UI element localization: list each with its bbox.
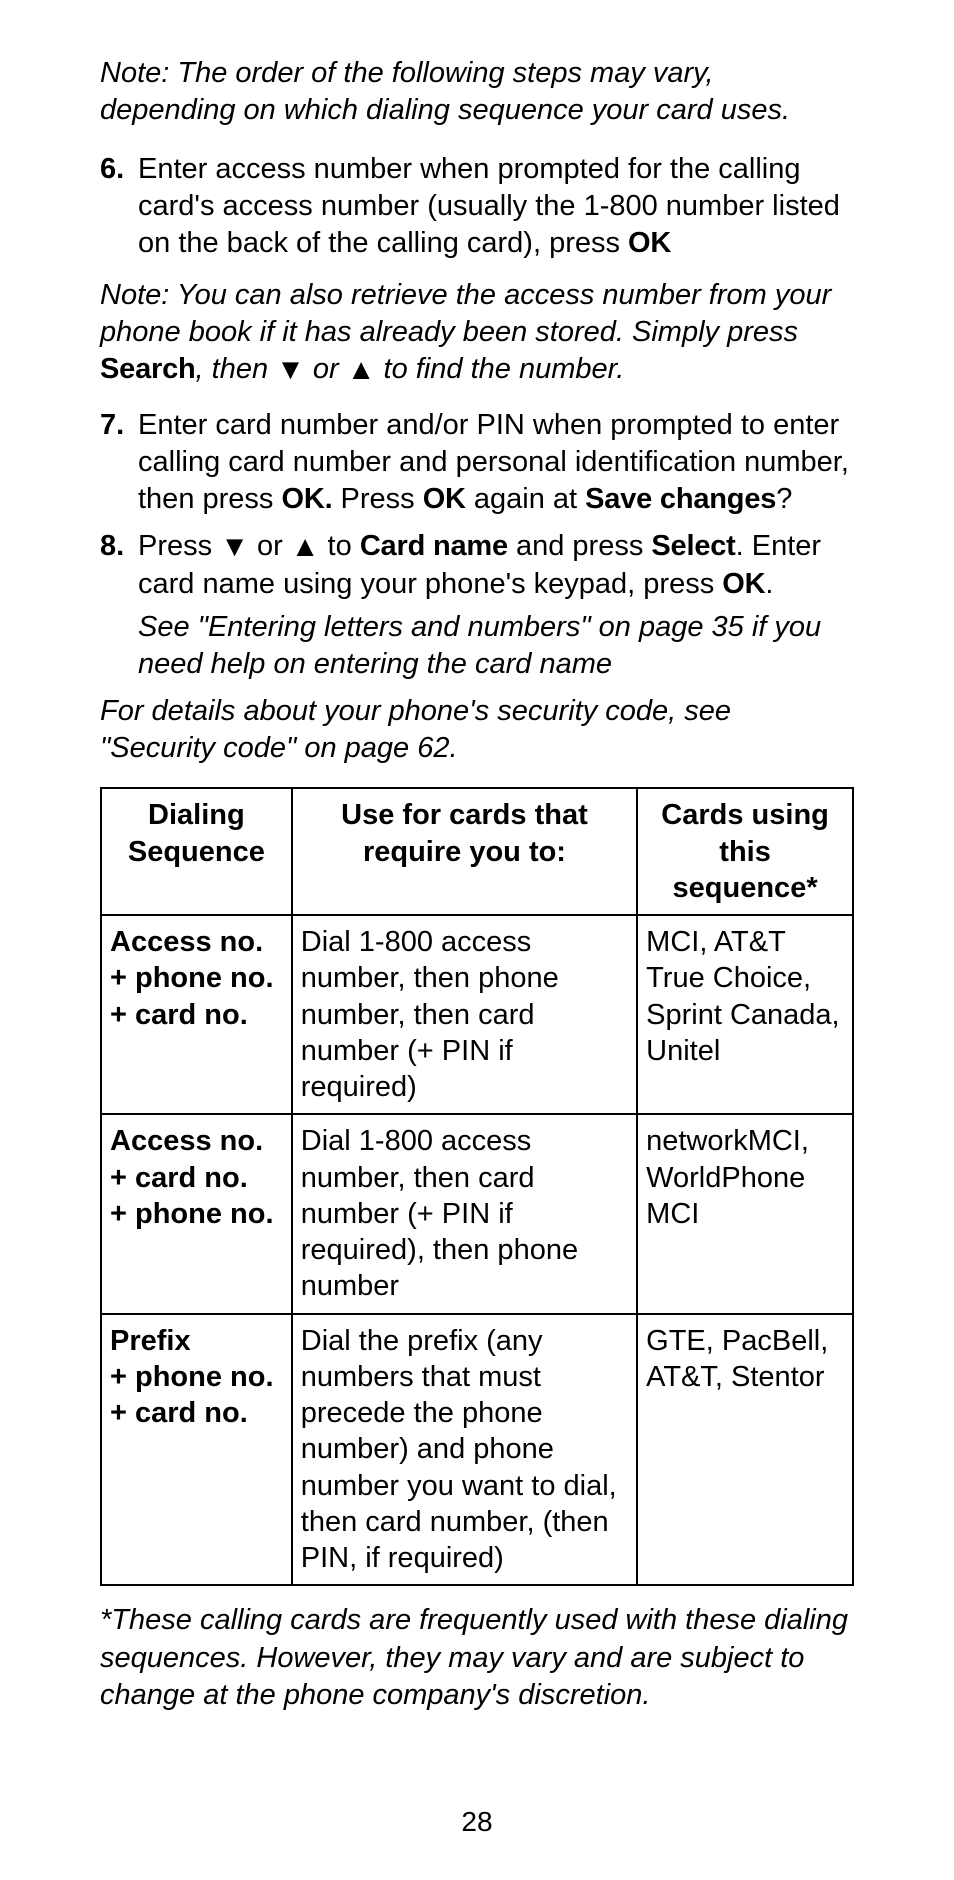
step-8-c: to [320,530,360,562]
step-7-c: again at [466,483,585,515]
cell-cards-1: MCI, AT&T True Choice, Sprint Canada, Un… [637,915,853,1114]
note-middle-a: Note: You can also retrieve the access n… [100,279,831,348]
step-8-body: Press ▼ or ▲ to Card name and press Sele… [138,528,854,603]
dialing-table: Dialing Sequence Use for cards that requ… [100,787,854,1586]
th-use-for: Use for cards that require you to: [292,788,637,915]
steps-list-2: 7. Enter card number and/or PIN when pro… [100,407,854,603]
step-7-body: Enter card number and/or PIN when prompt… [138,407,854,518]
down-arrow-icon: ▼ [276,352,305,389]
page-number: 28 [100,1804,854,1840]
down-arrow-icon: ▼ [220,529,249,566]
cell-sequence-2: Access no.+ card no.+ phone no. [101,1114,292,1313]
cell-sequence-1: Access no.+ phone no.+ card no. [101,915,292,1114]
save-changes-label: Save changes [585,483,776,515]
th-dialing-sequence: Dialing Sequence [101,788,292,915]
step-6-text: Enter access number when prompted for th… [138,153,840,259]
th-cards-using: Cards using this sequence* [637,788,853,915]
ok-label: OK. [281,483,332,515]
details-note: For details about your phone's security … [100,693,854,767]
up-arrow-icon: ▲ [291,529,320,566]
step-7-q: ? [776,483,792,515]
step-8-d: and press [508,530,651,562]
ok-label: OK [423,483,466,515]
ok-label: OK [628,227,671,259]
step-8-number: 8. [100,528,138,603]
page: Note: The order of the following steps m… [0,0,954,1880]
search-label: Search [100,353,196,385]
step-6-body: Enter access number when prompted for th… [138,151,854,262]
step-7-number: 7. [100,407,138,518]
note-middle-c: or [305,353,347,385]
step-8-b: or [249,530,291,562]
table-row: Prefix+ phone no.+ card no. Dial the pre… [101,1314,853,1586]
step-6-number: 6. [100,151,138,262]
footnote: *These calling cards are frequently used… [100,1602,854,1713]
cell-use-2: Dial 1-800 access number, then card numb… [292,1114,637,1313]
cell-cards-2: networkMCI, WorldPhone MCI [637,1114,853,1313]
ok-label: OK [722,568,765,600]
cell-sequence-3: Prefix+ phone no.+ card no. [101,1314,292,1586]
step-7: 7. Enter card number and/or PIN when pro… [100,407,854,518]
step-7-b: Press [332,483,422,515]
note-middle-d: to find the number. [375,353,624,385]
note-middle: Note: You can also retrieve the access n… [100,277,854,389]
card-name-label: Card name [360,530,508,562]
cell-use-3: Dial the prefix (any numbers that must p… [292,1314,637,1586]
up-arrow-icon: ▲ [347,352,376,389]
note-middle-b: , then [196,353,277,385]
table-header-row: Dialing Sequence Use for cards that requ… [101,788,853,915]
step-8-note: See "Entering letters and numbers" on pa… [138,609,854,683]
step-8-f: . [765,568,773,600]
steps-list: 6. Enter access number when prompted for… [100,151,854,262]
step-6: 6. Enter access number when prompted for… [100,151,854,262]
table-row: Access no.+ phone no.+ card no. Dial 1-8… [101,915,853,1114]
select-label: Select [651,530,735,562]
table-row: Access no.+ card no.+ phone no. Dial 1-8… [101,1114,853,1313]
step-8-a: Press [138,530,220,562]
cell-cards-3: GTE, PacBell, AT&T, Stentor [637,1314,853,1586]
step-8: 8. Press ▼ or ▲ to Card name and press S… [100,528,854,603]
cell-use-1: Dial 1-800 access number, then phone num… [292,915,637,1114]
note-top: Note: The order of the following steps m… [100,55,854,129]
